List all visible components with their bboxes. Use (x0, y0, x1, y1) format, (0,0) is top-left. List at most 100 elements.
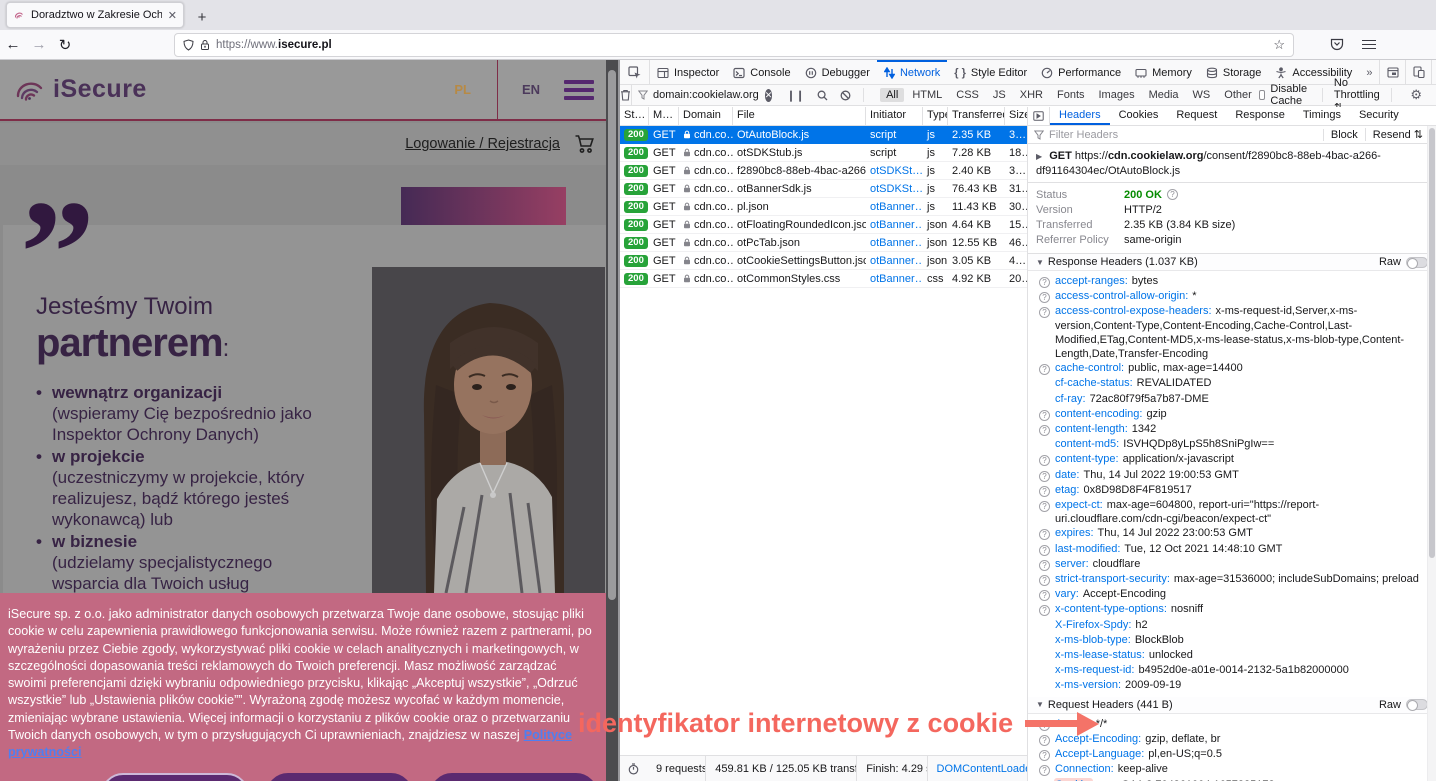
filter-pill[interactable]: Other (1218, 88, 1258, 102)
site-menu-icon[interactable] (564, 76, 594, 104)
detail-subtab[interactable]: Timings (1294, 107, 1350, 125)
column-transferred[interactable]: Transferred (948, 107, 1005, 125)
twisty-expanded-icon[interactable]: ▼ (1036, 258, 1044, 267)
pocket-icon[interactable] (1330, 38, 1344, 51)
new-tab-button[interactable]: + (190, 6, 214, 30)
help-icon[interactable]: ? (1039, 720, 1050, 731)
column-domain[interactable]: Domain (679, 107, 733, 125)
pause-recording-icon[interactable]: ❙❙ (786, 89, 804, 102)
filter-headers-input[interactable]: Filter Headers (1049, 129, 1323, 141)
header-name[interactable]: content-md5 (1055, 438, 1119, 450)
header-row[interactable]: ? x-ms-lease-statusunlocked (1034, 648, 1430, 663)
header-name[interactable]: Accept-Language (1055, 748, 1144, 760)
tab-style-editor[interactable]: { } Style Editor (947, 60, 1034, 84)
bookmark-star-icon[interactable]: ☆ (1273, 37, 1285, 53)
column-initiator[interactable]: Initiator (866, 107, 923, 125)
header-name[interactable]: cache-control (1055, 362, 1124, 374)
header-row[interactable]: ? expiresThu, 14 Jul 2022 23:00:53 GMT (1034, 526, 1430, 541)
search-icon[interactable] (817, 90, 828, 101)
request-row[interactable]: 200 GET cdn.co… otCookieSettingsButton.j… (620, 252, 1027, 270)
filter-pill[interactable]: CSS (950, 88, 985, 102)
raw-toggle[interactable] (1406, 257, 1428, 268)
cookie-consent-button[interactable]: Zaakceptuj wszystkie (430, 773, 598, 781)
column-file[interactable]: File (733, 107, 866, 125)
pick-element-icon[interactable] (620, 60, 650, 84)
request-row[interactable]: 200 GET cdn.co… otBannerSdk.js otSDKSt… … (620, 180, 1027, 198)
header-name[interactable]: etag (1055, 484, 1079, 496)
header-row[interactable]: ? expect-ctmax-age=604800, report-uri="h… (1034, 498, 1430, 526)
header-row[interactable]: ? dateThu, 14 Jul 2022 19:00:53 GMT (1034, 468, 1430, 483)
detail-subtab[interactable]: Headers (1050, 107, 1110, 125)
tab-memory[interactable]: Memory (1128, 60, 1199, 84)
filter-pill[interactable]: Media (1143, 88, 1185, 102)
tab-console[interactable]: Console (726, 60, 797, 84)
tab-close-icon[interactable]: ✕ (168, 9, 177, 22)
header-name[interactable]: Accept (1055, 718, 1092, 730)
header-row[interactable]: ? servercloudflare (1034, 557, 1430, 572)
detail-subtab[interactable]: Security (1350, 107, 1408, 125)
request-row[interactable]: 200 GET cdn.co… OtAutoBlock.js script js… (620, 126, 1027, 144)
header-row[interactable]: ? content-md5ISVHQDp8yLpS5h8SniPgIw== (1034, 437, 1430, 452)
clear-requests-icon[interactable] (620, 85, 632, 105)
header-name[interactable]: expect-ct (1055, 499, 1103, 511)
header-name[interactable]: accept-ranges (1055, 275, 1128, 287)
header-name[interactable]: content-length (1055, 423, 1128, 435)
help-icon[interactable]: ? (1039, 750, 1050, 761)
filter-pill[interactable]: HTML (906, 88, 948, 102)
scrollbar-thumb[interactable] (1429, 128, 1435, 558)
clear-filter-icon[interactable]: ✕ (765, 89, 773, 102)
block-button[interactable]: Block (1323, 129, 1365, 141)
detail-subtab[interactable]: Response (1226, 107, 1294, 125)
header-name[interactable]: server (1055, 558, 1089, 570)
header-row[interactable]: ? strict-transport-securitymax-age=31536… (1034, 572, 1430, 587)
header-name[interactable]: date (1055, 469, 1079, 481)
filter-pill[interactable]: Fonts (1051, 88, 1091, 102)
help-icon[interactable]: ? (1039, 560, 1050, 571)
header-name[interactable]: Accept-Encoding (1055, 733, 1141, 745)
tab-network[interactable]: Network (877, 60, 947, 84)
header-name[interactable]: cf-cache-status (1055, 377, 1133, 389)
filter-pill[interactable]: WS (1187, 88, 1217, 102)
headers-scrollbar[interactable] (1427, 126, 1436, 781)
help-icon[interactable]: ? (1039, 545, 1050, 556)
help-icon[interactable]: ? (1039, 277, 1050, 288)
help-icon[interactable]: ? (1039, 501, 1050, 512)
header-row[interactable]: ? cf-cache-statusREVALIDATED (1034, 376, 1430, 391)
tab-inspector[interactable]: Inspector (650, 60, 726, 84)
app-menu-icon[interactable] (1362, 37, 1376, 52)
header-row[interactable]: ? x-ms-request-idb4952d0e-a01e-0014-2132… (1034, 663, 1430, 678)
header-row[interactable]: ? access-control-expose-headersx-ms-requ… (1034, 304, 1430, 361)
header-row[interactable]: ? varyAccept-Encoding (1034, 587, 1430, 602)
request-row[interactable]: 200 GET cdn.co… otCommonStyles.css otBan… (620, 270, 1027, 288)
help-icon[interactable]: ? (1039, 307, 1050, 318)
header-name[interactable]: strict-transport-security (1055, 573, 1170, 585)
network-settings-gear-icon[interactable]: ⚙ (1402, 87, 1430, 103)
cart-icon[interactable] (574, 134, 596, 154)
header-row[interactable]: ? Accept-Encodinggzip, deflate, br (1034, 732, 1430, 747)
header-name[interactable]: x-ms-blob-type (1055, 634, 1131, 646)
header-name[interactable]: content-type (1055, 453, 1119, 465)
header-row[interactable]: ? content-typeapplication/x-javascript (1034, 452, 1430, 467)
header-row[interactable]: ? x-content-type-optionsnosniff (1034, 602, 1430, 617)
raw-toggle[interactable] (1406, 699, 1428, 710)
filter-pill[interactable]: All (880, 88, 904, 102)
header-name[interactable]: access-control-expose-headers (1055, 305, 1212, 317)
filter-pill[interactable]: Images (1093, 88, 1141, 102)
header-row[interactable]: ? Accept-Languagepl,en-US;q=0.5 (1034, 747, 1430, 762)
header-name[interactable]: Connection (1055, 763, 1114, 775)
login-register-link[interactable]: Logowanie / Rejestracja (405, 136, 560, 152)
header-name[interactable]: x-ms-lease-status (1055, 649, 1145, 661)
response-headers-section[interactable]: ▼ Response Headers (1.037 KB) Raw (1028, 254, 1436, 271)
help-icon[interactable]: ? (1039, 292, 1050, 303)
header-row[interactable]: ? Connectionkeep-alive (1034, 762, 1430, 777)
help-icon[interactable]: ? (1039, 575, 1050, 586)
header-name[interactable]: x-ms-version (1055, 679, 1121, 691)
help-icon[interactable]: ? (1039, 735, 1050, 746)
request-row[interactable]: 200 GET cdn.co… f2890bc8-88eb-4bac-a266-… (620, 162, 1027, 180)
browser-tab[interactable]: Doradztwo w Zakresie Ochrony Dany… ✕ (6, 2, 184, 28)
twisty-expanded-icon[interactable]: ▼ (1036, 700, 1044, 709)
header-row[interactable]: ? Cookie_ga=GA1.2.704861004.1657825178; … (1034, 778, 1430, 781)
detail-subtab[interactable]: Cookies (1110, 107, 1168, 125)
block-url-icon[interactable] (840, 90, 851, 101)
filter-pill[interactable]: JS (987, 88, 1012, 102)
